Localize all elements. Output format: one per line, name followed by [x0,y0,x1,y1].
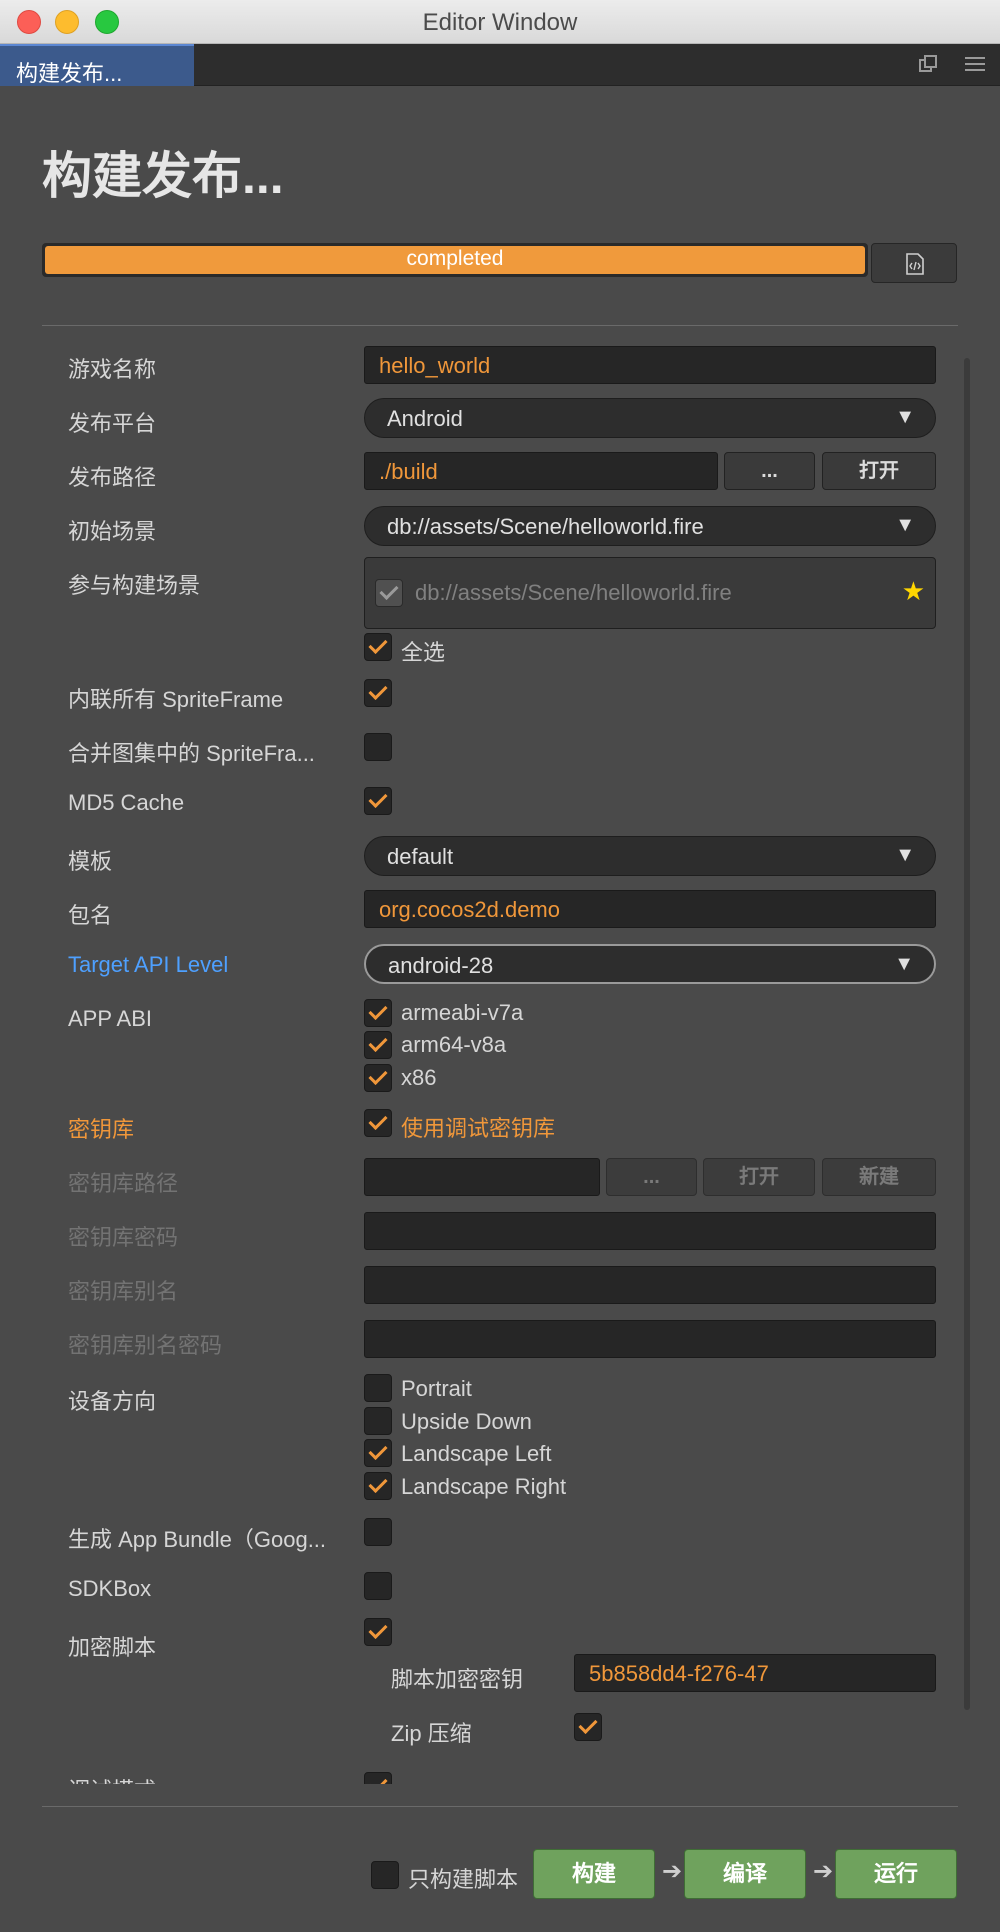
landscape-left-checkbox[interactable] [364,1439,392,1467]
target-api-label[interactable]: Target API Level [68,952,228,978]
menu-icon[interactable] [964,54,986,80]
keystore-open-button[interactable]: 打开 [703,1158,815,1196]
sdkbox-label: SDKBox [68,1576,152,1601]
dropdown-arrow-icon: ▼ [895,406,915,428]
abi-x86-checkbox[interactable] [364,1064,392,1092]
progress-status-text: completed [406,247,504,270]
merge-spriteframe-checkbox[interactable] [364,733,392,761]
package-name-label: 包名 [68,903,113,928]
build-path-label: 发布路径 [68,465,157,490]
encrypt-js-label: 加密脚本 [68,1635,157,1660]
dropdown-arrow-icon: ▼ [895,514,915,536]
orientation-label: 设备方向 [68,1389,157,1414]
upside-down-checkbox[interactable] [364,1407,392,1435]
debug-keystore-label: 使用调试密钥库 [401,1116,556,1141]
zip-label: Zip 压缩 [391,1721,472,1746]
build-progress-bar: completed [42,243,868,277]
keystore-alias-label: 密钥库别名 [68,1279,179,1304]
build-path-browse-button[interactable]: ... [724,452,815,490]
build-path-input[interactable]: ./build [364,452,718,490]
inline-spriteframe-checkbox[interactable] [364,679,392,707]
start-scene-label: 初始场景 [68,519,157,544]
encrypt-js-checkbox[interactable] [364,1618,392,1646]
keystore-new-button[interactable]: 新建 [822,1158,936,1196]
encrypt-key-label: 脚本加密密钥 [391,1667,524,1692]
debug-mode-checkbox[interactable] [364,1772,392,1784]
arrow-right-icon: ➔ [662,1858,683,1885]
build-path-open-button[interactable]: 打开 [822,452,936,490]
build-button[interactable]: 构建 [533,1849,655,1899]
scene-path: db://assets/Scene/helloworld.fire [415,580,732,605]
tab-build-label: 构建发布... [16,61,123,86]
md5-cache-label: MD5 Cache [68,790,185,815]
keystore-password-input[interactable] [364,1212,936,1250]
popout-icon[interactable] [918,54,938,80]
abi-x86-label: x86 [401,1065,437,1090]
keystore-path-label: 密钥库路径 [68,1171,179,1196]
template-select[interactable]: default ▼ [364,836,936,876]
encrypt-key-input[interactable]: 5b858dd4-f276-47 [574,1654,936,1692]
template-label: 模板 [68,849,113,874]
abi-armeabi-v7a-checkbox[interactable] [364,999,392,1027]
build-scenes-list: db://assets/Scene/helloworld.fire ★ [364,557,936,629]
landscape-right-checkbox[interactable] [364,1472,392,1500]
zip-checkbox[interactable] [574,1713,602,1741]
abi-arm64-v8a-checkbox[interactable] [364,1031,392,1059]
dropdown-arrow-icon: ▼ [895,844,915,866]
debug-mode-label: 调试模式 [68,1773,156,1784]
dropdown-arrow-icon: ▼ [894,953,914,975]
platform-label: 发布平台 [68,411,157,436]
inline-spriteframe-label: 内联所有 SpriteFrame [68,687,284,712]
page-title: 构建发布... [42,148,284,204]
window-title: Editor Window [422,9,578,36]
scrollbar[interactable] [964,358,970,1710]
portrait-checkbox[interactable] [364,1374,392,1402]
keystore-alias-password-input[interactable] [364,1320,936,1358]
scroll-clip: 调试模式 [0,1760,964,1784]
keystore-alias-input[interactable] [364,1266,936,1304]
scene-checkbox [375,579,403,607]
sdkbox-checkbox[interactable] [364,1572,392,1600]
compile-button[interactable]: 编译 [684,1849,806,1899]
keystore-alias-password-label: 密钥库别名密码 [68,1333,223,1358]
keystore-browse-button[interactable]: ... [606,1158,697,1196]
target-api-select[interactable]: android-28 ▼ [364,944,936,984]
tab-build[interactable]: 构建发布... [0,44,194,86]
md5-cache-checkbox[interactable] [364,787,392,815]
platform-select[interactable]: Android ▼ [364,398,936,438]
only-script-label: 只构建脚本 [408,1867,519,1892]
keystore-path-input[interactable] [364,1158,600,1196]
top-divider [42,325,958,326]
star-icon: ★ [901,576,925,606]
upside-down-label: Upside Down [401,1409,532,1434]
open-log-button[interactable] [871,243,957,283]
abi-arm64-v8a-label: arm64-v8a [401,1032,507,1057]
app-bundle-label: 生成 App Bundle（Goog... [68,1527,327,1552]
log-file-icon [906,253,924,275]
game-name-input[interactable]: hello_world [364,346,936,384]
package-name-input[interactable]: org.cocos2d.demo [364,890,936,928]
landscape-right-label: Landscape Right [401,1474,567,1499]
run-button[interactable]: 运行 [835,1849,957,1899]
select-all-label: 全选 [401,640,446,665]
arrow-right-icon: ➔ [813,1858,834,1885]
keystore-label: 密钥库 [68,1117,135,1142]
app-abi-label: APP ABI [68,1006,152,1031]
merge-spriteframe-label: 合并图集中的 SpriteFra... [68,741,315,766]
only-script-checkbox[interactable] [371,1861,399,1889]
debug-keystore-checkbox[interactable] [364,1109,392,1137]
abi-armeabi-v7a-label: armeabi-v7a [401,1000,524,1025]
bottom-divider [42,1806,958,1807]
build-scenes-label: 参与构建场景 [68,573,201,598]
title-bar: Editor Window [0,0,1000,44]
select-all-checkbox[interactable] [364,633,392,661]
start-scene-select[interactable]: db://assets/Scene/helloworld.fire ▼ [364,506,936,546]
tab-bar: 构建发布... [0,44,1000,86]
game-name-label: 游戏名称 [68,357,157,382]
portrait-label: Portrait [401,1376,472,1401]
landscape-left-label: Landscape Left [401,1441,552,1466]
keystore-password-label: 密钥库密码 [68,1225,179,1250]
app-bundle-checkbox[interactable] [364,1518,392,1546]
